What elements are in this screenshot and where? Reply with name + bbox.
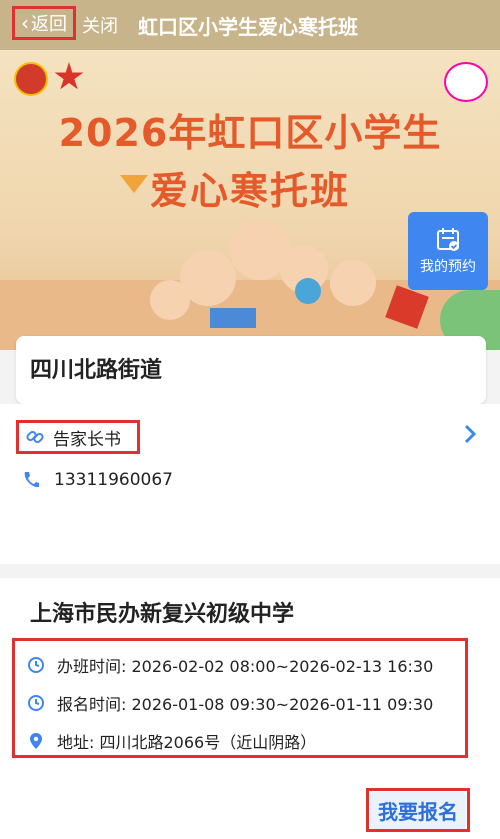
- chevron-right-icon[interactable]: [462, 424, 478, 444]
- brand-logo: [444, 62, 488, 102]
- school-details: 办班时间: 2026-02-02 08:00~2026-02-13 16:30 …: [12, 638, 468, 758]
- globe-illustration: [295, 278, 321, 304]
- child-illustration: [150, 280, 190, 320]
- calendar-check-icon: [437, 228, 459, 251]
- star-icon: [54, 62, 84, 90]
- location-pin-icon: [30, 733, 42, 749]
- parent-notice-link[interactable]: 告家长书: [16, 420, 140, 454]
- books-illustration: [210, 308, 256, 328]
- signup-button[interactable]: 我要报名: [366, 788, 470, 832]
- class-time-text: 办班时间: 2026-02-02 08:00~2026-02-13 16:30: [57, 657, 434, 676]
- back-button[interactable]: ‹ 返回: [12, 6, 76, 40]
- banner-image: 2026年虹口区小学生 爱心寒托班: [0, 50, 500, 350]
- class-time-row: 办班时间: 2026-02-02 08:00~2026-02-13 16:30: [27, 653, 433, 677]
- emblem-icon: [14, 62, 48, 96]
- top-nav-bar: ‹ 返回 关闭 虹口区小学生爱心寒托班: [0, 0, 500, 50]
- back-label: 返回: [31, 14, 67, 35]
- signup-time-row: 报名时间: 2026-01-08 09:30~2026-01-11 09:30: [27, 691, 433, 715]
- banner-title-line2: 爱心寒托班: [149, 169, 350, 213]
- phone-icon: [24, 472, 39, 488]
- close-button[interactable]: 关闭: [82, 12, 118, 38]
- school-name: 上海市民办新复兴初级中学: [30, 602, 295, 627]
- district-name: 四川北路街道: [30, 358, 163, 383]
- phone-number: 13311960067: [54, 470, 173, 490]
- banner-title-line1: 2026年虹口区小学生: [58, 111, 442, 155]
- address-row: 地址: 四川北路2066号（近山阴路）: [27, 729, 316, 753]
- child-illustration: [330, 260, 376, 306]
- my-reservation-label: 我的预约: [420, 259, 476, 275]
- signup-time-text: 报名时间: 2026-01-08 09:30~2026-01-11 09:30: [57, 695, 434, 714]
- contact-phone[interactable]: 13311960067: [22, 470, 173, 490]
- my-reservation-button[interactable]: 我的预约: [408, 212, 488, 290]
- district-card: 四川北路街道: [16, 336, 486, 404]
- link-icon: [26, 430, 44, 444]
- clock-icon: [28, 695, 44, 711]
- signup-label: 我要报名: [370, 791, 466, 829]
- clock-icon: [28, 657, 44, 673]
- address-text: 地址: 四川北路2066号（近山阴路）: [57, 733, 317, 752]
- page-title: 虹口区小学生爱心寒托班: [138, 15, 358, 39]
- parent-notice-label: 告家长书: [53, 429, 121, 450]
- chevron-left-icon: ‹: [21, 11, 29, 35]
- emblem-group: [14, 62, 84, 96]
